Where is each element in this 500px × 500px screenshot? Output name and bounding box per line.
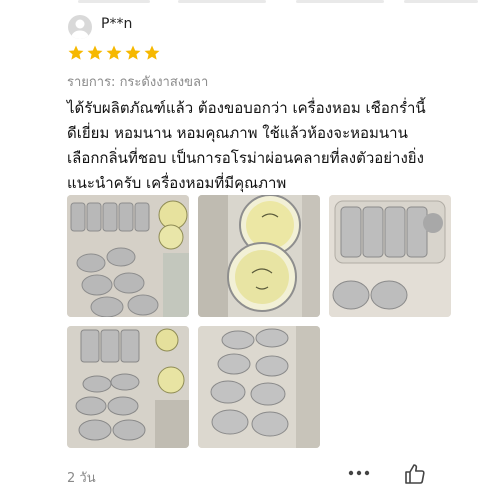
like-button[interactable] [403, 462, 427, 486]
review-photo-3[interactable] [329, 195, 451, 317]
user-avatar-icon [71, 19, 89, 39]
review-text: ได้รับผลิตภัณฑ์แล้ว ต้องขอบอกว่า เครื่อง… [67, 99, 426, 192]
review-photo-2[interactable] [198, 195, 320, 317]
star-icon [106, 45, 122, 60]
star-icon [68, 45, 84, 60]
star-icon [125, 45, 141, 60]
review-time: 2 วัน [67, 471, 96, 486]
reviewer-name: P**n [101, 16, 133, 32]
review-photo-1[interactable] [67, 195, 189, 317]
star-icon [87, 45, 103, 60]
purchased-variation: รายการ: กระดังงาสงขลา [67, 75, 209, 90]
review-photo-4[interactable] [67, 326, 189, 448]
star-rating [67, 44, 161, 62]
thumbs-up-icon [405, 464, 425, 484]
previous-review-divider [0, 0, 500, 4]
more-options-button[interactable] [347, 463, 371, 483]
review-photo-5[interactable] [198, 326, 320, 448]
more-options-icon [348, 470, 370, 476]
star-icon [144, 45, 160, 60]
avatar[interactable] [68, 15, 92, 39]
